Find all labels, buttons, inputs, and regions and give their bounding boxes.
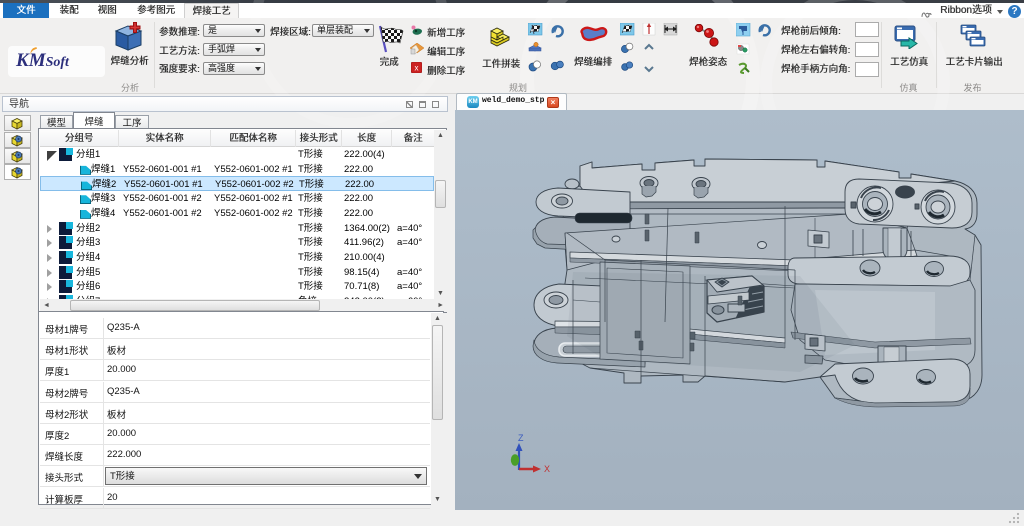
svg-text:Z: Z — [518, 433, 524, 443]
svg-text:x: x — [415, 63, 419, 72]
svg-text:X: X — [544, 464, 550, 474]
